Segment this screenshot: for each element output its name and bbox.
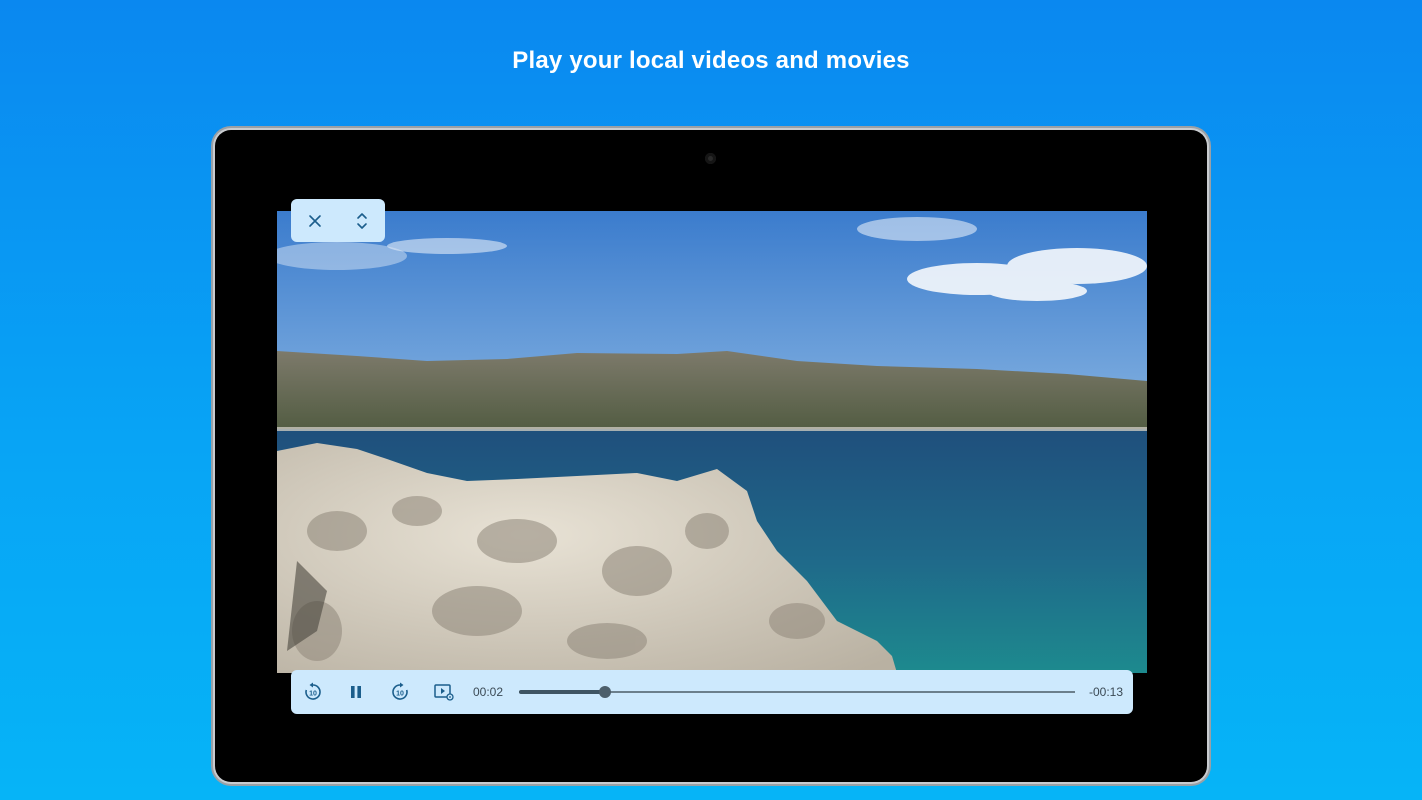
playback-controls: 10 10 00:02 -00:13 — [291, 670, 1133, 714]
headline: Play your local videos and movies — [512, 47, 910, 74]
elapsed-time: 00:02 — [473, 685, 504, 699]
unfold-icon — [356, 212, 367, 229]
top-controls — [291, 199, 385, 242]
video-settings-icon — [434, 684, 454, 701]
close-icon — [308, 214, 321, 227]
seek-thumb[interactable] — [599, 686, 612, 698]
pause-button[interactable] — [343, 679, 369, 705]
expand-button[interactable] — [348, 207, 376, 235]
rewind-button[interactable]: 10 — [300, 679, 326, 705]
seek-bar[interactable] — [519, 686, 1075, 698]
close-button[interactable] — [301, 207, 329, 235]
video-settings-button[interactable] — [431, 679, 457, 705]
video-frame[interactable] — [277, 211, 1147, 673]
remaining-time: -00:13 — [1089, 685, 1124, 699]
forward-10-icon: 10 — [392, 682, 408, 700]
camera-icon — [705, 153, 716, 164]
video-image — [277, 211, 1147, 673]
video-screen[interactable] — [277, 183, 1147, 701]
replay-10-icon: 10 — [305, 682, 321, 700]
forward-button[interactable]: 10 — [387, 679, 413, 705]
seek-played — [519, 690, 606, 694]
rewind-seconds-label: 10 — [309, 691, 317, 698]
pause-icon — [351, 686, 361, 698]
forward-seconds-label: 10 — [396, 691, 404, 698]
